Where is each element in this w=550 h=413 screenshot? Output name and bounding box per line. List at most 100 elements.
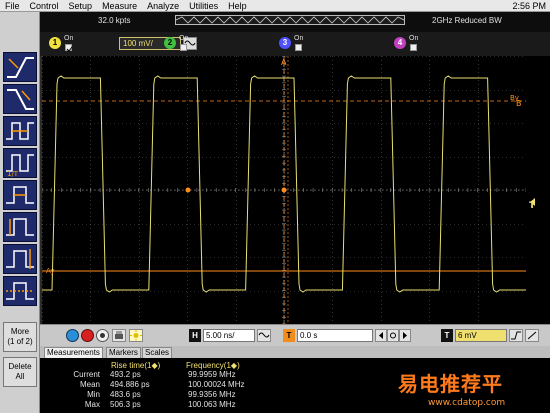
marker-point — [185, 187, 191, 193]
trigger-label: T — [441, 329, 453, 342]
all-label: All — [15, 372, 25, 381]
horizontal-adjust-button[interactable] — [257, 329, 271, 342]
more-page: (1 of 2) — [7, 337, 33, 346]
row-min-rise: 483.6 ps — [110, 390, 141, 399]
tab-scales[interactable]: Scales — [142, 347, 173, 358]
pulse-width-measure-button[interactable] — [3, 180, 37, 210]
svg-text:1/T: 1/T — [7, 170, 19, 177]
menu-control[interactable]: Control — [25, 0, 64, 12]
period-icon — [6, 122, 34, 140]
bandwidth-status: 2GHz Reduced BW — [432, 16, 502, 25]
zero-icon — [390, 332, 396, 339]
average-icon — [6, 282, 34, 300]
channel-4-on-checkbox[interactable] — [410, 44, 417, 51]
amplitude-icon — [6, 218, 34, 236]
display-brightness-button[interactable] — [129, 329, 143, 342]
channel-2-badge[interactable]: 2 — [164, 37, 176, 49]
menu-bar: File Control Setup Measure Analyze Utili… — [0, 0, 550, 12]
channel-1-on-checkbox[interactable] — [65, 44, 73, 52]
vpp-measure-button[interactable] — [3, 244, 37, 274]
trigger-slope-button[interactable] — [509, 329, 523, 342]
row-current-freq: 99.9959 MHz — [188, 370, 236, 379]
delay-field[interactable]: 0.0 s — [297, 329, 373, 342]
trigger-level-margin: T — [526, 56, 550, 324]
watermark-text: 易电推荐平 — [398, 372, 503, 396]
printer-icon — [115, 331, 123, 339]
acquisition-info-strip: 32.0 kpts 2GHz Reduced BW — [40, 12, 550, 32]
marker-a-label: A — [281, 58, 287, 67]
row-current-rise: 493.2 ps — [110, 370, 141, 379]
channel-3-badge[interactable]: 3 — [279, 37, 291, 49]
tab-markers[interactable]: Markers — [106, 347, 141, 358]
delay-left-button[interactable] — [375, 329, 387, 342]
row-mean-rise: 494.886 ps — [110, 380, 150, 389]
channel-4-badge[interactable]: 4 — [394, 37, 406, 49]
channel-3-on-label: On — [294, 35, 304, 42]
marker-ay-label: Ay — [46, 267, 54, 275]
delete-all-button[interactable]: Delete All — [3, 357, 37, 387]
menu-utilities[interactable]: Utilities — [184, 0, 223, 12]
row-min-freq: 99.9356 MHz — [188, 390, 236, 399]
menu-measure[interactable]: Measure — [97, 0, 142, 12]
menu-help[interactable]: Help — [223, 0, 252, 12]
rise-time-measure-button[interactable] — [3, 52, 37, 82]
results-tabs: Measurements Markers Scales — [40, 346, 550, 358]
run-button[interactable] — [66, 329, 79, 342]
rise-edge-icon — [7, 57, 34, 78]
period-measure-button[interactable] — [3, 116, 37, 146]
single-icon — [100, 333, 105, 338]
channel-strip: 1 On 100 mV/ 2 On 3 On 4 On — [40, 32, 550, 56]
rising-slope-icon — [511, 331, 521, 340]
measurement-toolbar: 1/T More (1 of 2) Delete All — [0, 12, 40, 413]
pulse-width-icon — [6, 186, 34, 204]
wave-adjust-icon — [258, 332, 270, 338]
amplitude-measure-button[interactable] — [3, 212, 37, 242]
menu-setup[interactable]: Setup — [64, 0, 98, 12]
channel-2-on-label: On — [179, 35, 189, 42]
watermark: 易电推荐平 www.cdatop.com — [398, 368, 550, 413]
horizontal-label: H — [189, 329, 201, 342]
trigger-level-field[interactable]: 6 mV — [455, 329, 507, 342]
autoscale-button[interactable] — [112, 329, 126, 342]
waveform-display[interactable]: A B Ay By — [41, 55, 527, 325]
clock: 2:56 PM — [512, 1, 546, 11]
memory-bar[interactable] — [175, 15, 405, 25]
row-mean-label: Mean — [79, 380, 100, 389]
peak-to-peak-icon — [6, 249, 34, 269]
delete-label: Delete — [8, 362, 32, 371]
control-bar: H 5.00 ns/ T 0.0 s T 6 mV — [40, 324, 550, 346]
delay-right-button[interactable] — [399, 329, 411, 342]
row-current-label: Current — [73, 370, 100, 379]
channel-3-on-checkbox[interactable] — [295, 44, 302, 51]
row-mean-freq: 100.00024 MHz — [188, 380, 245, 389]
frequency-header: Frequency(1◆) — [186, 361, 240, 370]
more-label: More — [10, 327, 30, 336]
channel-2-on-checkbox[interactable] — [180, 44, 187, 51]
marker-by-label: By — [510, 94, 519, 102]
row-max-rise: 506.3 ps — [110, 400, 141, 409]
menu-file[interactable]: File — [0, 0, 25, 12]
more-measurements-button[interactable]: More (1 of 2) — [3, 322, 37, 352]
time-per-div-field[interactable]: 5.00 ns/ — [203, 329, 255, 342]
trigger-level-indicator[interactable]: T — [526, 56, 550, 324]
row-max-label: Max — [84, 400, 100, 409]
trigger-mode-button[interactable] — [525, 329, 539, 342]
chevron-right-icon — [403, 332, 407, 339]
sun-icon — [130, 330, 142, 341]
channel-1-badge[interactable]: 1 — [49, 37, 61, 49]
watermark-url: www.cdatop.com — [428, 398, 506, 408]
channel-4-on-label: On — [409, 35, 419, 42]
chevron-left-icon — [379, 332, 383, 339]
delay-zero-button[interactable] — [387, 329, 399, 342]
marker-point — [281, 187, 287, 193]
frequency-measure-button[interactable]: 1/T — [3, 148, 37, 178]
row-max-freq: 100.063 MHz — [188, 400, 236, 409]
stop-button[interactable] — [81, 329, 94, 342]
single-button[interactable] — [96, 329, 109, 342]
slope-icon — [527, 331, 537, 340]
tab-measurements[interactable]: Measurements — [44, 347, 103, 358]
delay-label: T — [283, 329, 295, 342]
fall-time-measure-button[interactable] — [3, 84, 37, 114]
menu-analyze[interactable]: Analyze — [142, 0, 184, 12]
average-measure-button[interactable] — [3, 276, 37, 306]
